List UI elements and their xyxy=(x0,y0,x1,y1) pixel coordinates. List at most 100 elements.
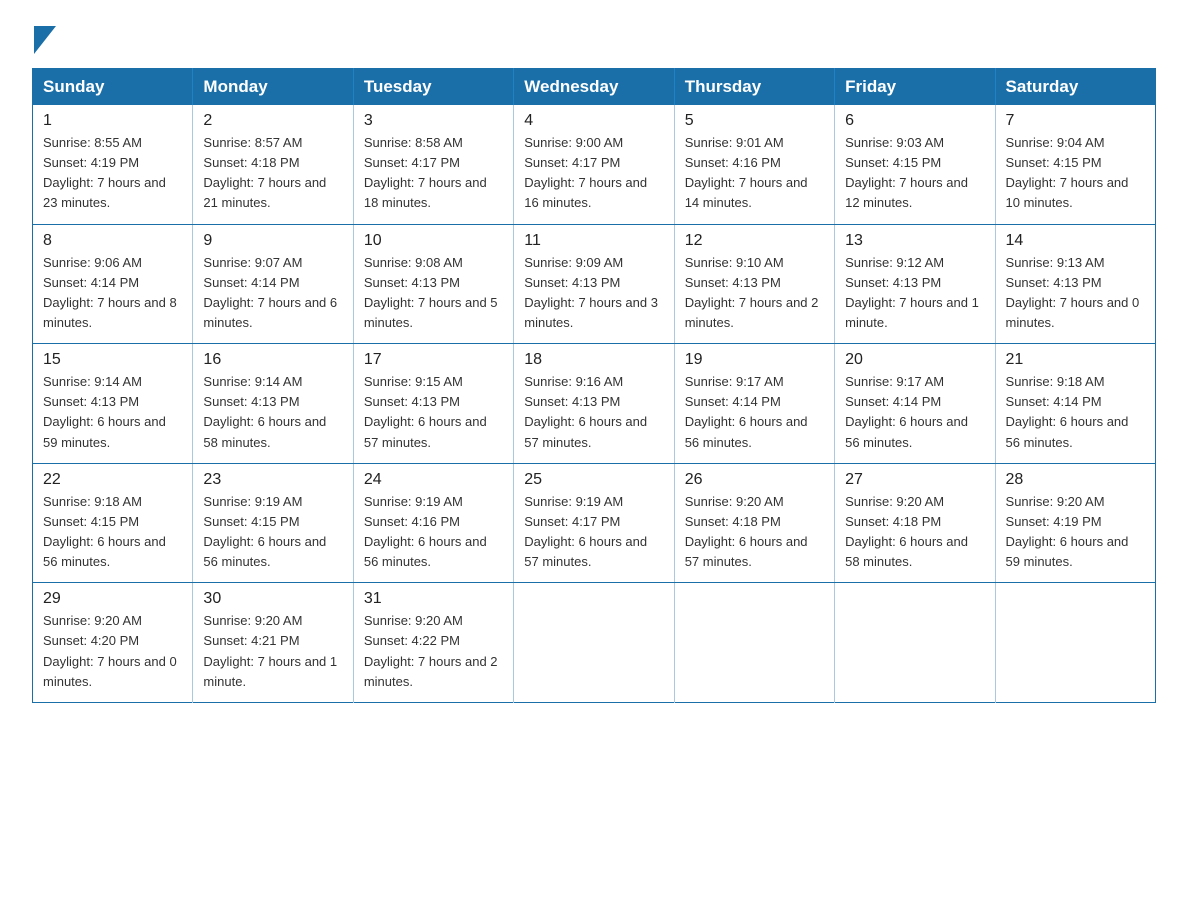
day-info: Sunrise: 8:58 AMSunset: 4:17 PMDaylight:… xyxy=(364,133,503,214)
calendar-cell: 26 Sunrise: 9:20 AMSunset: 4:18 PMDayligh… xyxy=(674,463,834,583)
day-number: 9 xyxy=(203,232,342,250)
day-info: Sunrise: 9:18 AMSunset: 4:14 PMDaylight:… xyxy=(1006,372,1145,453)
day-header-wednesday: Wednesday xyxy=(514,69,674,106)
calendar-cell: 28Sunrise: 9:20 AMSunset: 4:19 PMDayligh… xyxy=(995,463,1155,583)
calendar-cell: 14 Sunrise: 9:13 AMSunset: 4:13 PMDayligh… xyxy=(995,224,1155,344)
day-number: 14 xyxy=(1006,232,1145,250)
calendar-cell: 18Sunrise: 9:16 AMSunset: 4:13 PMDayligh… xyxy=(514,344,674,464)
calendar-cell: 31 Sunrise: 9:20 AMSunset: 4:22 PMDayligh… xyxy=(353,583,513,703)
calendar-cell: 10 Sunrise: 9:08 AMSunset: 4:13 PMDayligh… xyxy=(353,224,513,344)
day-info: Sunrise: 9:01 AMSunset: 4:16 PMDaylight:… xyxy=(685,133,824,214)
day-number: 23 xyxy=(203,471,342,489)
day-header-friday: Friday xyxy=(835,69,995,106)
day-number: 6 xyxy=(845,112,984,130)
day-number: 8 xyxy=(43,232,182,250)
day-number: 25 xyxy=(524,471,663,489)
day-info: Sunrise: 9:13 AMSunset: 4:13 PMDaylight:… xyxy=(1006,253,1145,334)
day-info: Sunrise: 9:10 AMSunset: 4:13 PMDaylight:… xyxy=(685,253,824,334)
day-info: Sunrise: 9:20 AMSunset: 4:22 PMDaylight:… xyxy=(364,611,503,692)
day-info: Sunrise: 9:08 AMSunset: 4:13 PMDaylight:… xyxy=(364,253,503,334)
calendar-cell: 29 Sunrise: 9:20 AMSunset: 4:20 PMDayligh… xyxy=(33,583,193,703)
day-number: 17 xyxy=(364,351,503,369)
day-number: 15 xyxy=(43,351,182,369)
calendar-cell: 20 Sunrise: 9:17 AMSunset: 4:14 PMDayligh… xyxy=(835,344,995,464)
day-number: 2 xyxy=(203,112,342,130)
calendar-cell: 23 Sunrise: 9:19 AMSunset: 4:15 PMDayligh… xyxy=(193,463,353,583)
day-number: 10 xyxy=(364,232,503,250)
calendar-week-row: 1 Sunrise: 8:55 AMSunset: 4:19 PMDaylight… xyxy=(33,105,1156,224)
calendar-cell: 6 Sunrise: 9:03 AMSunset: 4:15 PMDaylight… xyxy=(835,105,995,224)
calendar-cell xyxy=(514,583,674,703)
day-info: Sunrise: 9:19 AMSunset: 4:17 PMDaylight:… xyxy=(524,492,663,573)
calendar-cell: 17 Sunrise: 9:15 AMSunset: 4:13 PMDayligh… xyxy=(353,344,513,464)
day-number: 21 xyxy=(1006,351,1145,369)
day-info: Sunrise: 9:20 AMSunset: 4:20 PMDaylight:… xyxy=(43,611,182,692)
day-info: Sunrise: 9:14 AMSunset: 4:13 PMDaylight:… xyxy=(43,372,182,453)
calendar-cell: 1 Sunrise: 8:55 AMSunset: 4:19 PMDaylight… xyxy=(33,105,193,224)
day-info: Sunrise: 9:03 AMSunset: 4:15 PMDaylight:… xyxy=(845,133,984,214)
calendar-cell: 8 Sunrise: 9:06 AMSunset: 4:14 PMDaylight… xyxy=(33,224,193,344)
calendar-cell: 11 Sunrise: 9:09 AMSunset: 4:13 PMDayligh… xyxy=(514,224,674,344)
calendar-cell: 13 Sunrise: 9:12 AMSunset: 4:13 PMDayligh… xyxy=(835,224,995,344)
day-info: Sunrise: 8:57 AMSunset: 4:18 PMDaylight:… xyxy=(203,133,342,214)
calendar-cell: 2 Sunrise: 8:57 AMSunset: 4:18 PMDaylight… xyxy=(193,105,353,224)
calendar-cell: 27 Sunrise: 9:20 AMSunset: 4:18 PMDayligh… xyxy=(835,463,995,583)
calendar-cell xyxy=(674,583,834,703)
calendar-week-row: 22 Sunrise: 9:18 AMSunset: 4:15 PMDayligh… xyxy=(33,463,1156,583)
day-info: Sunrise: 9:17 AMSunset: 4:14 PMDaylight:… xyxy=(845,372,984,453)
day-number: 30 xyxy=(203,590,342,608)
day-number: 16 xyxy=(203,351,342,369)
day-info: Sunrise: 9:19 AMSunset: 4:16 PMDaylight:… xyxy=(364,492,503,573)
calendar-cell: 5 Sunrise: 9:01 AMSunset: 4:16 PMDaylight… xyxy=(674,105,834,224)
day-number: 13 xyxy=(845,232,984,250)
day-header-tuesday: Tuesday xyxy=(353,69,513,106)
day-info: Sunrise: 8:55 AMSunset: 4:19 PMDaylight:… xyxy=(43,133,182,214)
day-header-sunday: Sunday xyxy=(33,69,193,106)
day-number: 29 xyxy=(43,590,182,608)
day-info: Sunrise: 9:18 AMSunset: 4:15 PMDaylight:… xyxy=(43,492,182,573)
page-header xyxy=(32,24,1156,50)
day-info: Sunrise: 9:09 AMSunset: 4:13 PMDaylight:… xyxy=(524,253,663,334)
day-info: Sunrise: 9:20 AMSunset: 4:18 PMDaylight:… xyxy=(845,492,984,573)
day-number: 1 xyxy=(43,112,182,130)
calendar-cell: 7 Sunrise: 9:04 AMSunset: 4:15 PMDaylight… xyxy=(995,105,1155,224)
day-info: Sunrise: 9:00 AMSunset: 4:17 PMDaylight:… xyxy=(524,133,663,214)
day-info: Sunrise: 9:17 AMSunset: 4:14 PMDaylight:… xyxy=(685,372,824,453)
day-info: Sunrise: 9:20 AMSunset: 4:21 PMDaylight:… xyxy=(203,611,342,692)
calendar-cell: 9Sunrise: 9:07 AMSunset: 4:14 PMDaylight… xyxy=(193,224,353,344)
day-header-monday: Monday xyxy=(193,69,353,106)
day-number: 19 xyxy=(685,351,824,369)
day-number: 12 xyxy=(685,232,824,250)
calendar-table: SundayMondayTuesdayWednesdayThursdayFrid… xyxy=(32,68,1156,703)
day-number: 11 xyxy=(524,232,663,250)
day-info: Sunrise: 9:20 AMSunset: 4:19 PMDaylight:… xyxy=(1006,492,1145,573)
day-number: 31 xyxy=(364,590,503,608)
day-number: 7 xyxy=(1006,112,1145,130)
calendar-cell: 4Sunrise: 9:00 AMSunset: 4:17 PMDaylight… xyxy=(514,105,674,224)
calendar-cell: 12 Sunrise: 9:10 AMSunset: 4:13 PMDayligh… xyxy=(674,224,834,344)
calendar-header-row: SundayMondayTuesdayWednesdayThursdayFrid… xyxy=(33,69,1156,106)
calendar-cell: 25 Sunrise: 9:19 AMSunset: 4:17 PMDayligh… xyxy=(514,463,674,583)
day-header-saturday: Saturday xyxy=(995,69,1155,106)
day-number: 5 xyxy=(685,112,824,130)
calendar-week-row: 8 Sunrise: 9:06 AMSunset: 4:14 PMDaylight… xyxy=(33,224,1156,344)
calendar-cell xyxy=(835,583,995,703)
day-info: Sunrise: 9:19 AMSunset: 4:15 PMDaylight:… xyxy=(203,492,342,573)
calendar-cell: 22 Sunrise: 9:18 AMSunset: 4:15 PMDayligh… xyxy=(33,463,193,583)
day-number: 3 xyxy=(364,112,503,130)
day-number: 20 xyxy=(845,351,984,369)
day-number: 22 xyxy=(43,471,182,489)
day-info: Sunrise: 9:12 AMSunset: 4:13 PMDaylight:… xyxy=(845,253,984,334)
day-info: Sunrise: 9:20 AMSunset: 4:18 PMDaylight:… xyxy=(685,492,824,573)
day-info: Sunrise: 9:04 AMSunset: 4:15 PMDaylight:… xyxy=(1006,133,1145,214)
calendar-cell: 30 Sunrise: 9:20 AMSunset: 4:21 PMDayligh… xyxy=(193,583,353,703)
day-number: 26 xyxy=(685,471,824,489)
day-info: Sunrise: 9:16 AMSunset: 4:13 PMDaylight:… xyxy=(524,372,663,453)
day-number: 27 xyxy=(845,471,984,489)
calendar-cell: 15 Sunrise: 9:14 AMSunset: 4:13 PMDayligh… xyxy=(33,344,193,464)
logo-arrow-icon xyxy=(34,26,56,54)
calendar-week-row: 29 Sunrise: 9:20 AMSunset: 4:20 PMDayligh… xyxy=(33,583,1156,703)
logo xyxy=(32,24,56,50)
day-info: Sunrise: 9:15 AMSunset: 4:13 PMDaylight:… xyxy=(364,372,503,453)
day-info: Sunrise: 9:06 AMSunset: 4:14 PMDaylight:… xyxy=(43,253,182,334)
